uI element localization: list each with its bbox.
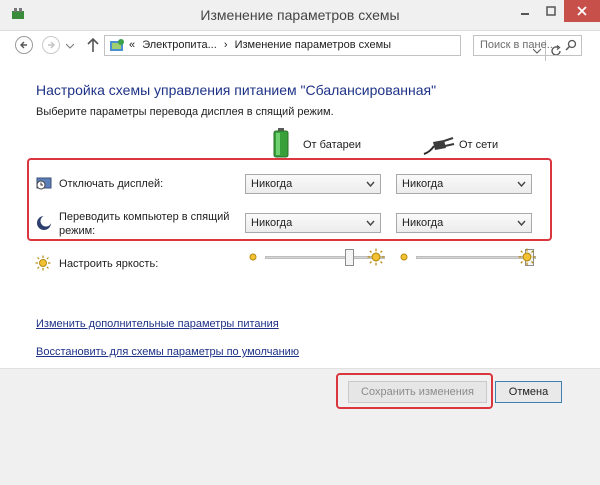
breadcrumb-separator[interactable]: › bbox=[224, 39, 232, 51]
brightness-low-icon bbox=[400, 253, 408, 261]
control-panel-icon bbox=[110, 39, 124, 51]
arrow-right-icon bbox=[48, 41, 55, 49]
close-button[interactable] bbox=[564, 0, 600, 22]
slider-thumb[interactable] bbox=[344, 249, 354, 266]
sleep-plugged-select[interactable]: Никогда bbox=[396, 213, 532, 233]
sleep-battery-value: Никогда bbox=[251, 217, 293, 229]
brightness-high-icon bbox=[367, 248, 385, 266]
page-subtitle: Выберите параметры перевода дисплея в сп… bbox=[36, 106, 334, 118]
moon-sleep-icon bbox=[37, 215, 52, 230]
sleep-label-line1: Переводить компьютер в спящий bbox=[59, 211, 230, 223]
search-icon[interactable] bbox=[565, 39, 577, 51]
window-title: Изменение параметров схемы bbox=[200, 7, 400, 23]
search-placeholder: Поиск в пане... bbox=[480, 39, 556, 51]
brightness-label: Настроить яркость: bbox=[59, 258, 159, 270]
restore-defaults-link[interactable]: Восстановить для схемы параметры по умол… bbox=[36, 346, 299, 358]
column-header-plugged: От сети bbox=[459, 139, 499, 151]
brightness-plugged-slider[interactable] bbox=[398, 248, 536, 268]
cancel-button[interactable]: Отмена bbox=[495, 381, 562, 403]
title-bar: Изменение параметров схемы bbox=[0, 0, 600, 31]
sleep-plugged-value: Никогда bbox=[402, 217, 444, 229]
breadcrumb-overflow[interactable]: « bbox=[129, 39, 139, 51]
breadcrumb: « Электропита... › Изменение параметров … bbox=[129, 39, 395, 51]
display-off-battery-select[interactable]: Никогда bbox=[245, 174, 381, 194]
brightness-low-icon bbox=[249, 253, 257, 261]
minimize-icon bbox=[521, 13, 529, 15]
power-plug-icon bbox=[423, 137, 455, 155]
breadcrumb-edit-plan[interactable]: Изменение параметров схемы bbox=[235, 39, 395, 51]
recent-pages-chevron-icon[interactable] bbox=[66, 43, 74, 49]
battery-icon bbox=[273, 128, 289, 158]
navigation-bar: « Электропита... › Изменение параметров … bbox=[0, 31, 600, 61]
forward-button[interactable] bbox=[42, 36, 60, 54]
maximize-button[interactable] bbox=[538, 0, 564, 22]
display-off-plugged-value: Никогда bbox=[402, 178, 444, 190]
chevron-down-icon bbox=[517, 181, 526, 187]
display-off-label: Отключать дисплей: bbox=[59, 178, 164, 190]
display-off-battery-value: Никогда bbox=[251, 178, 293, 190]
sleep-label-line2: режим: bbox=[59, 225, 96, 237]
save-changes-button[interactable]: Сохранить изменения bbox=[348, 381, 487, 403]
chevron-down-icon bbox=[366, 220, 375, 226]
page-title: Настройка схемы управления питанием "Сба… bbox=[36, 82, 437, 98]
brightness-battery-slider[interactable] bbox=[247, 248, 385, 268]
arrow-up-icon[interactable] bbox=[87, 37, 99, 53]
advanced-settings-link[interactable]: Изменить дополнительные параметры питани… bbox=[36, 318, 279, 330]
search-field[interactable]: Поиск в пане... bbox=[473, 35, 582, 56]
chevron-down-icon bbox=[366, 181, 375, 187]
address-bar[interactable]: « Электропита... › Изменение параметров … bbox=[104, 35, 561, 61]
column-header-battery: От батареи bbox=[303, 139, 361, 151]
minimize-button[interactable] bbox=[512, 0, 538, 22]
brightness-icon bbox=[35, 255, 51, 271]
arrow-left-icon bbox=[20, 41, 27, 49]
sleep-battery-select[interactable]: Никогда bbox=[245, 213, 381, 233]
back-button[interactable] bbox=[15, 36, 33, 54]
monitor-clock-icon bbox=[36, 177, 52, 190]
sleep-label: Переводить компьютер в спящий режим: bbox=[59, 210, 229, 238]
brightness-high-icon bbox=[518, 248, 536, 266]
maximize-icon bbox=[546, 6, 556, 16]
close-icon bbox=[577, 6, 587, 16]
display-off-plugged-select[interactable]: Никогда bbox=[396, 174, 532, 194]
breadcrumb-power-options[interactable]: Электропита... bbox=[142, 39, 221, 51]
chevron-down-icon bbox=[517, 220, 526, 226]
